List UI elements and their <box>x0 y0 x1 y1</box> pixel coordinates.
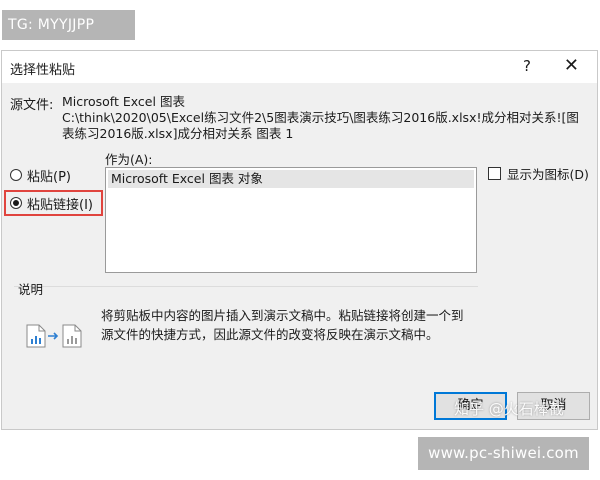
paste-radio-label: 粘贴(P) <box>27 169 71 185</box>
document-icon <box>62 324 82 348</box>
arrow-icon <box>48 332 59 340</box>
paste-link-radio-label: 粘贴链接(I) <box>27 197 93 213</box>
paste-link-radio-button[interactable] <box>10 197 22 209</box>
display-as-icon-label: 显示为图标(D) <box>507 167 589 182</box>
source-path: Microsoft Excel 图表 C:\think\2020\05\Exce… <box>62 94 592 142</box>
help-icon[interactable]: ? <box>523 57 531 75</box>
paste-as-listbox[interactable]: Microsoft Excel 图表 对象 <box>105 167 477 273</box>
ok-button[interactable]: 确定 <box>434 392 507 420</box>
close-icon[interactable]: ✕ <box>564 55 579 76</box>
source-line: C:\think\2020\05\Excel练习文件2\5图表演示技巧\图表练习… <box>62 110 579 125</box>
document-icon <box>26 324 46 348</box>
paste-special-dialog: 选择性粘贴 ? ✕ 源文件: Microsoft Excel 图表 C:\thi… <box>1 50 598 430</box>
description-label: 说明 <box>18 282 44 297</box>
description-illustration <box>26 323 82 349</box>
as-label: 作为(A): <box>105 152 153 167</box>
paste-link-radio[interactable]: 粘贴链接(I) <box>10 193 93 213</box>
paste-radio[interactable]: 粘贴(P) <box>10 165 71 185</box>
bottom-url-tag: www.pc-shiwei.com <box>418 437 589 470</box>
title-bar: 选择性粘贴 ? ✕ <box>2 51 597 83</box>
dialog-title: 选择性粘贴 <box>10 63 76 78</box>
list-item[interactable]: Microsoft Excel 图表 对象 <box>108 170 474 188</box>
top-watermark-tag: TG: MYYJJPP <box>2 10 135 40</box>
source-line: Microsoft Excel 图表 <box>62 94 185 109</box>
source-line: 表练习2016版.xlsx]成分相对关系 图表 1 <box>62 126 294 141</box>
paste-radio-button[interactable] <box>10 169 22 181</box>
description-text: 将剪贴板中内容的图片插入到演示文稿中。粘贴链接将创建一个到源文件的快捷方式，因此… <box>101 308 464 342</box>
display-as-icon-checkbox[interactable]: 显示为图标(D) <box>488 164 589 183</box>
cancel-button[interactable]: 取消 <box>517 392 590 420</box>
checkbox-box[interactable] <box>488 167 501 180</box>
source-label: 源文件: <box>10 98 54 113</box>
